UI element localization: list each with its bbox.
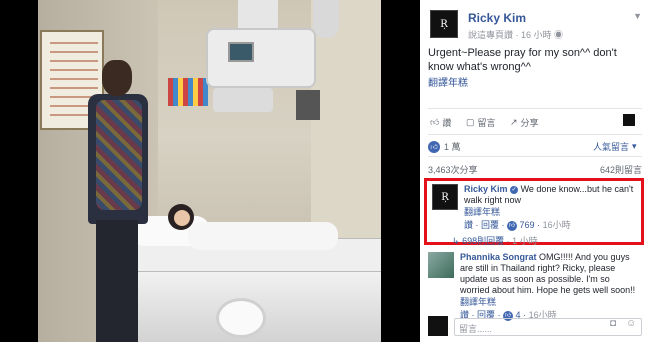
share-icon: ↗ xyxy=(510,117,518,127)
divider xyxy=(428,134,642,135)
chevron-down-icon[interactable]: ▼ xyxy=(633,11,642,21)
share-button[interactable]: ↗ 分享 xyxy=(510,116,539,129)
author-avatar[interactable]: Ŗ xyxy=(430,10,458,38)
replies-link[interactable]: ↳ 698則回覆 · 1 小時 xyxy=(452,234,538,247)
divider xyxy=(428,108,642,109)
comment-body: Phannika Songrat OMG!!!!! And you guys a… xyxy=(460,252,638,321)
comment-button[interactable]: ▢ 留言 xyxy=(466,116,496,129)
post-stats: 3,463次分享 642則留言 xyxy=(428,163,642,176)
photo-right-wall xyxy=(311,0,381,260)
xray-tube-head xyxy=(206,28,316,88)
post-header: Ŗ Ricky Kim 說這專頁讚 · 16 小時 ◉ ▼ xyxy=(428,8,642,40)
camera-icon[interactable]: ◘ xyxy=(610,318,616,329)
reply-arrow-icon: ↳ xyxy=(452,236,460,246)
comment-composer: 留言...... ◘ ☺ xyxy=(428,316,642,338)
see-translation-link[interactable]: 翻譯年糕 xyxy=(460,297,638,308)
like-reaction-icon: 👍︎ xyxy=(428,140,440,153)
facebook-photo-viewer: Ŗ Ricky Kim 說這專頁讚 · 16 小時 ◉ ▼ Urgent~Ple… xyxy=(0,0,650,342)
divider xyxy=(428,156,642,157)
ceiling-arm-secondary xyxy=(313,0,339,38)
post-actions: 👍︎ 讚 ▢ 留言 ↗ 分享 人氣留言 ▾ xyxy=(428,114,642,152)
post-author[interactable]: Ricky Kim xyxy=(468,11,526,25)
post-time[interactable]: 16 小時 xyxy=(521,30,552,40)
sort-comments-dropdown[interactable]: 人氣留言 ▾ xyxy=(593,140,637,153)
comment-item: Phannika Songrat OMG!!!!! And you guys a… xyxy=(428,252,642,321)
sheet xyxy=(188,222,338,250)
wall-panel xyxy=(296,90,320,120)
color-chart xyxy=(168,78,208,106)
comment-count[interactable]: 642則留言 xyxy=(600,163,642,176)
page-label[interactable]: 說這專頁讚 xyxy=(468,30,513,40)
globe-icon: ◉ xyxy=(554,30,564,40)
share-count[interactable]: 3,463次分享 xyxy=(428,165,478,175)
thumbs-up-icon: 👍︎ xyxy=(430,117,440,127)
current-user-avatar xyxy=(428,316,448,336)
chevron-down-icon: ▾ xyxy=(632,141,637,151)
comment-author[interactable]: Phannika Songrat xyxy=(460,252,537,262)
reaction-picker[interactable] xyxy=(623,114,635,126)
child-face xyxy=(174,210,190,226)
comment-icon: ▢ xyxy=(466,117,475,127)
photo-area[interactable] xyxy=(0,0,420,342)
emoji-icon[interactable]: ☺ xyxy=(626,318,636,329)
like-button[interactable]: 👍︎ 讚 xyxy=(430,116,451,129)
post-meta: 說這專頁讚 · 16 小時 ◉ xyxy=(468,30,564,40)
xray-collimator xyxy=(213,88,273,112)
see-translation-link[interactable]: 翻譯年糕 xyxy=(428,74,468,89)
ge-logo xyxy=(216,298,266,338)
likes-summary[interactable]: 👍︎ 1 萬 xyxy=(428,140,461,153)
standing-man xyxy=(82,60,152,342)
comment-avatar[interactable] xyxy=(428,252,454,278)
post-text: Urgent~Please pray for my son^^ don't kn… xyxy=(428,47,617,73)
xray-room-photo xyxy=(38,0,381,342)
